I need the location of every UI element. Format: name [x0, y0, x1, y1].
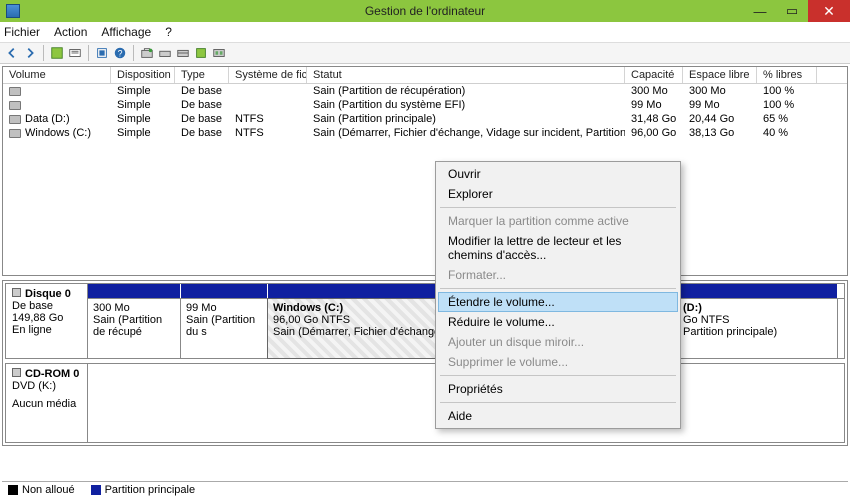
back-button[interactable]	[4, 45, 20, 61]
toolbar-icon[interactable]	[49, 45, 65, 61]
partition-cell[interactable]: (D:)Go NTFSPartition principale)	[678, 299, 838, 358]
svg-text:?: ?	[118, 49, 123, 59]
disk-status: En ligne	[12, 324, 81, 336]
toolbar-icon[interactable]	[139, 45, 155, 61]
volume-table: Volume Disposition Type Système de fichi…	[2, 66, 848, 276]
toolbar-icon[interactable]	[193, 45, 209, 61]
disk-icon	[12, 288, 21, 297]
volume-icon	[9, 101, 21, 110]
toolbar-icon[interactable]	[67, 45, 83, 61]
cdrom-drive-letter: DVD (K:)	[12, 380, 81, 392]
ctx-mark-active: Marquer la partition comme active	[438, 211, 678, 231]
col-free[interactable]: Espace libre	[683, 67, 757, 83]
disk-label: Disque 0	[25, 288, 71, 300]
table-row[interactable]: SimpleDe baseSain (Partition de récupéra…	[3, 84, 847, 98]
disk-type: De base	[12, 300, 81, 312]
menu-help[interactable]: ?	[165, 25, 172, 39]
col-type[interactable]: Type	[175, 67, 229, 83]
col-volume[interactable]: Volume	[3, 67, 111, 83]
window-title: Gestion de l'ordinateur	[0, 4, 850, 18]
ctx-properties[interactable]: Propriétés	[438, 379, 678, 399]
col-status[interactable]: Statut	[307, 67, 625, 83]
volume-icon	[9, 87, 21, 96]
menu-bar: Fichier Action Affichage ?	[0, 22, 850, 42]
toolbar-icon[interactable]	[157, 45, 173, 61]
table-row[interactable]: Windows (C:)SimpleDe baseNTFSSain (Démar…	[3, 126, 847, 140]
toolbar: ?	[0, 42, 850, 64]
legend-unallocated: Non alloué	[8, 484, 75, 496]
ctx-add-mirror: Ajouter un disque miroir...	[438, 332, 678, 352]
disk-size: 149,88 Go	[12, 312, 81, 324]
ctx-shrink[interactable]: Réduire le volume...	[438, 312, 678, 332]
cdrom-label: CD-ROM 0	[25, 368, 79, 380]
cdrom-status: Aucun média	[12, 398, 81, 410]
ctx-extend[interactable]: Étendre le volume...	[438, 292, 678, 312]
legend-primary: Partition principale	[91, 484, 196, 496]
volume-icon	[9, 115, 21, 124]
cdrom-row: CD-ROM 0 DVD (K:) Aucun média	[5, 363, 845, 443]
disk-header[interactable]: Disque 0 De base 149,88 Go En ligne	[6, 284, 88, 358]
ctx-delete: Supprimer le volume...	[438, 352, 678, 372]
ctx-help[interactable]: Aide	[438, 406, 678, 426]
cdrom-icon	[12, 368, 21, 377]
partition-cell[interactable]: 300 MoSain (Partition de récupé	[88, 299, 181, 358]
disk-row: Disque 0 De base 149,88 Go En ligne 300 …	[5, 283, 845, 359]
toolbar-icon[interactable]	[94, 45, 110, 61]
table-header: Volume Disposition Type Système de fichi…	[3, 67, 847, 84]
toolbar-icon[interactable]	[211, 45, 227, 61]
table-row[interactable]: Data (D:)SimpleDe baseNTFSSain (Partitio…	[3, 112, 847, 126]
col-disposition[interactable]: Disposition	[111, 67, 175, 83]
col-filesystem[interactable]: Système de fichiers	[229, 67, 307, 83]
title-bar: Gestion de l'ordinateur — ▭ ✕	[0, 0, 850, 22]
forward-button[interactable]	[22, 45, 38, 61]
col-capacity[interactable]: Capacité	[625, 67, 683, 83]
partition-cell[interactable]: 99 MoSain (Partition du s	[181, 299, 268, 358]
menu-action[interactable]: Action	[54, 25, 87, 39]
cdrom-header[interactable]: CD-ROM 0 DVD (K:) Aucun média	[6, 364, 88, 442]
ctx-format: Formater...	[438, 265, 678, 285]
volume-icon	[9, 129, 21, 138]
ctx-explore[interactable]: Explorer	[438, 184, 678, 204]
col-percent[interactable]: % libres	[757, 67, 817, 83]
help-icon[interactable]: ?	[112, 45, 128, 61]
disk-map: Disque 0 De base 149,88 Go En ligne 300 …	[2, 280, 848, 446]
menu-file[interactable]: Fichier	[4, 25, 40, 39]
table-row[interactable]: SimpleDe baseSain (Partition du système …	[3, 98, 847, 112]
menu-view[interactable]: Affichage	[101, 25, 151, 39]
toolbar-icon[interactable]	[175, 45, 191, 61]
context-menu: Ouvrir Explorer Marquer la partition com…	[435, 161, 681, 429]
legend: Non alloué Partition principale	[2, 481, 848, 498]
ctx-change-letter[interactable]: Modifier la lettre de lecteur et les che…	[438, 231, 678, 265]
ctx-open[interactable]: Ouvrir	[438, 164, 678, 184]
